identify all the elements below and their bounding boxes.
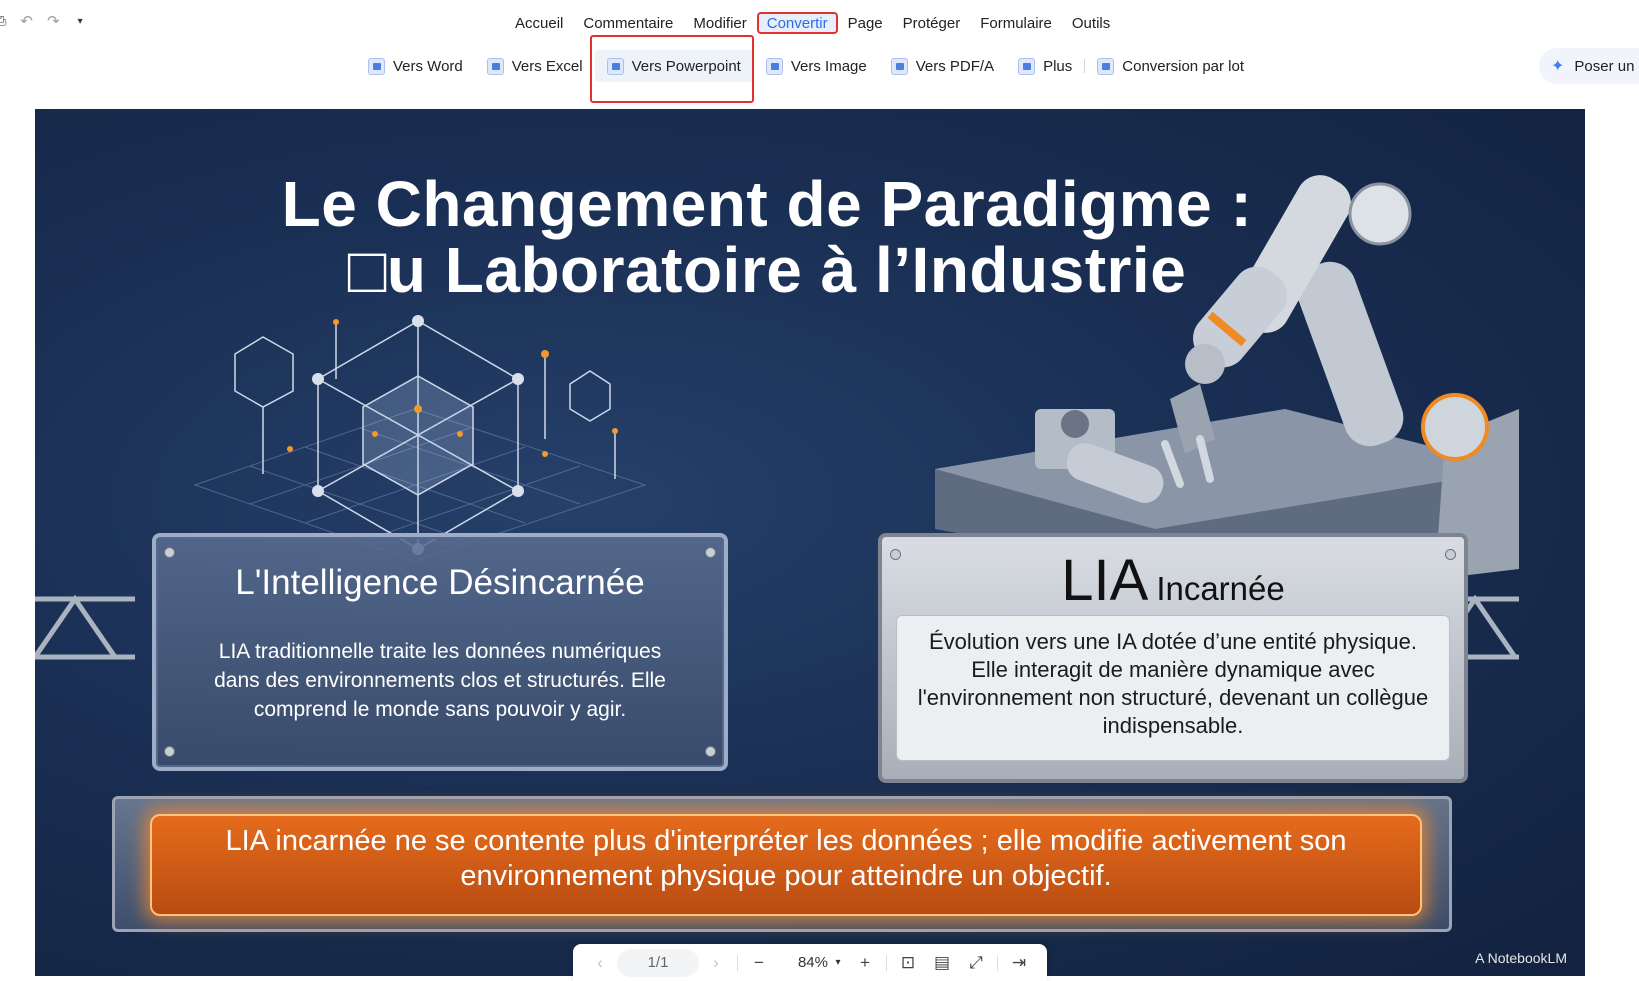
tab-page[interactable]: Page (838, 12, 893, 34)
slide-title-line-2: □u Laboratoire à l’Industrie (347, 234, 1187, 306)
left-card-title: L'Intelligence Désincarnée (235, 563, 645, 602)
to-word-button[interactable]: Vers Word (356, 50, 475, 82)
view-settings-icon[interactable]: ⊡ (891, 953, 925, 973)
slide-title: Le Changement de Paradigme : □u Laborato… (247, 171, 1287, 303)
tab-commentaire[interactable]: Commentaire (573, 12, 683, 34)
banner-text: LIA incarnée ne se contente plus d'inter… (225, 825, 1347, 892)
notebooklm-credit: A NotebookLM (1475, 950, 1567, 966)
slide-title-line-1: Le Changement de Paradigme : (281, 168, 1253, 240)
ai-sparkle-icon: ✦ (1551, 58, 1565, 75)
right-card-title: LIA Incarnée (882, 547, 1464, 614)
batch-conversion-label: Conversion par lot (1122, 57, 1245, 75)
batch-file-icon (1097, 57, 1115, 75)
slide-canvas: Le Changement de Paradigme : □u Laborato… (35, 109, 1585, 976)
rivet (164, 746, 175, 757)
zoom-dropdown-icon[interactable]: ▾ (828, 957, 848, 968)
to-pdfa-button[interactable]: Vers PDF/A (879, 50, 1006, 82)
disembodied-ai-card: L'Intelligence Désincarnée LIA tradition… (152, 533, 728, 771)
left-card-body: LIA traditionnelle traite les données nu… (214, 640, 666, 721)
menu-bar: Accueil Commentaire Modifier Convertir P… (505, 12, 1120, 34)
more-file-icon (1018, 57, 1036, 75)
undo-icon[interactable]: ↶ (20, 12, 33, 30)
prev-page-icon[interactable]: ‹ (583, 953, 617, 973)
zoom-in-icon[interactable]: + (848, 953, 882, 973)
fullscreen-icon[interactable]: ⤢ (959, 953, 993, 973)
rivet (164, 547, 175, 558)
ask-ai-button[interactable]: ✦ Poser un (1539, 48, 1639, 84)
print-icon[interactable]: ⎙ (0, 13, 6, 29)
quick-access-dropdown[interactable]: ▾ (78, 16, 83, 27)
page-view-icon[interactable]: ▤ (925, 953, 959, 973)
tab-formulaire[interactable]: Formulaire (970, 12, 1062, 34)
pdfa-file-icon (890, 57, 908, 75)
redo-icon[interactable]: ↷ (47, 12, 60, 30)
embodied-ai-card: LIA Incarnée Évolution vers une IA dotée … (878, 533, 1468, 783)
zoom-out-icon[interactable]: − (742, 953, 776, 973)
convert-ribbon: Vers Word Vers Excel Vers Powerpoint Ver… (356, 46, 1257, 86)
lattice-structure (234, 320, 616, 550)
tab-convertir[interactable]: Convertir (756, 12, 838, 34)
right-card-title-big: LIA (1061, 548, 1149, 613)
powerpoint-file-icon (606, 57, 624, 75)
to-word-label: Vers Word (393, 57, 463, 75)
to-powerpoint-button[interactable]: Vers Powerpoint (594, 50, 753, 82)
right-card-title-small: Incarnée (1156, 570, 1285, 607)
word-file-icon (368, 57, 385, 75)
divider (886, 954, 887, 971)
rivet (705, 547, 716, 558)
to-image-label: Vers Image (790, 57, 867, 75)
bottom-navigation-bar: ‹ 1/1 › − 84% ▾ + ⊡ ▤ ⤢ ⇥ (573, 944, 1047, 981)
to-powerpoint-label: Vers Powerpoint (631, 57, 741, 75)
tab-outils[interactable]: Outils (1062, 12, 1120, 34)
divider (737, 954, 738, 971)
more-button[interactable]: Plus (1006, 50, 1084, 82)
right-card-body: Évolution vers une IA dotée d’une entité… (917, 629, 1429, 738)
tab-accueil[interactable]: Accueil (505, 12, 573, 34)
rivet (705, 746, 716, 757)
conclusion-banner: LIA incarnée ne se contente plus d'inter… (150, 814, 1422, 916)
right-card-panel: Évolution vers une IA dotée d’une entité… (896, 615, 1450, 761)
to-excel-label: Vers Excel (511, 57, 583, 75)
zoom-level[interactable]: 84% (776, 954, 828, 971)
to-pdfa-label: Vers PDF/A (915, 57, 995, 75)
ask-ai-label: Poser un (1574, 57, 1635, 75)
batch-conversion-button[interactable]: Conversion par lot (1085, 50, 1256, 82)
page-indicator[interactable]: 1/1 (617, 948, 699, 977)
tab-proteger[interactable]: Protéger (893, 12, 971, 34)
to-excel-button[interactable]: Vers Excel (475, 50, 595, 82)
next-page-icon[interactable]: › (699, 953, 733, 973)
tab-modifier[interactable]: Modifier (683, 12, 756, 34)
more-label: Plus (1043, 57, 1073, 75)
image-file-icon (765, 57, 783, 75)
exit-icon[interactable]: ⇥ (1002, 953, 1036, 973)
to-image-button[interactable]: Vers Image (754, 50, 879, 82)
quick-access-toolbar: ⎙ ↶ ↷ ▾ (0, 12, 83, 30)
divider (997, 954, 998, 971)
excel-file-icon (486, 57, 504, 75)
